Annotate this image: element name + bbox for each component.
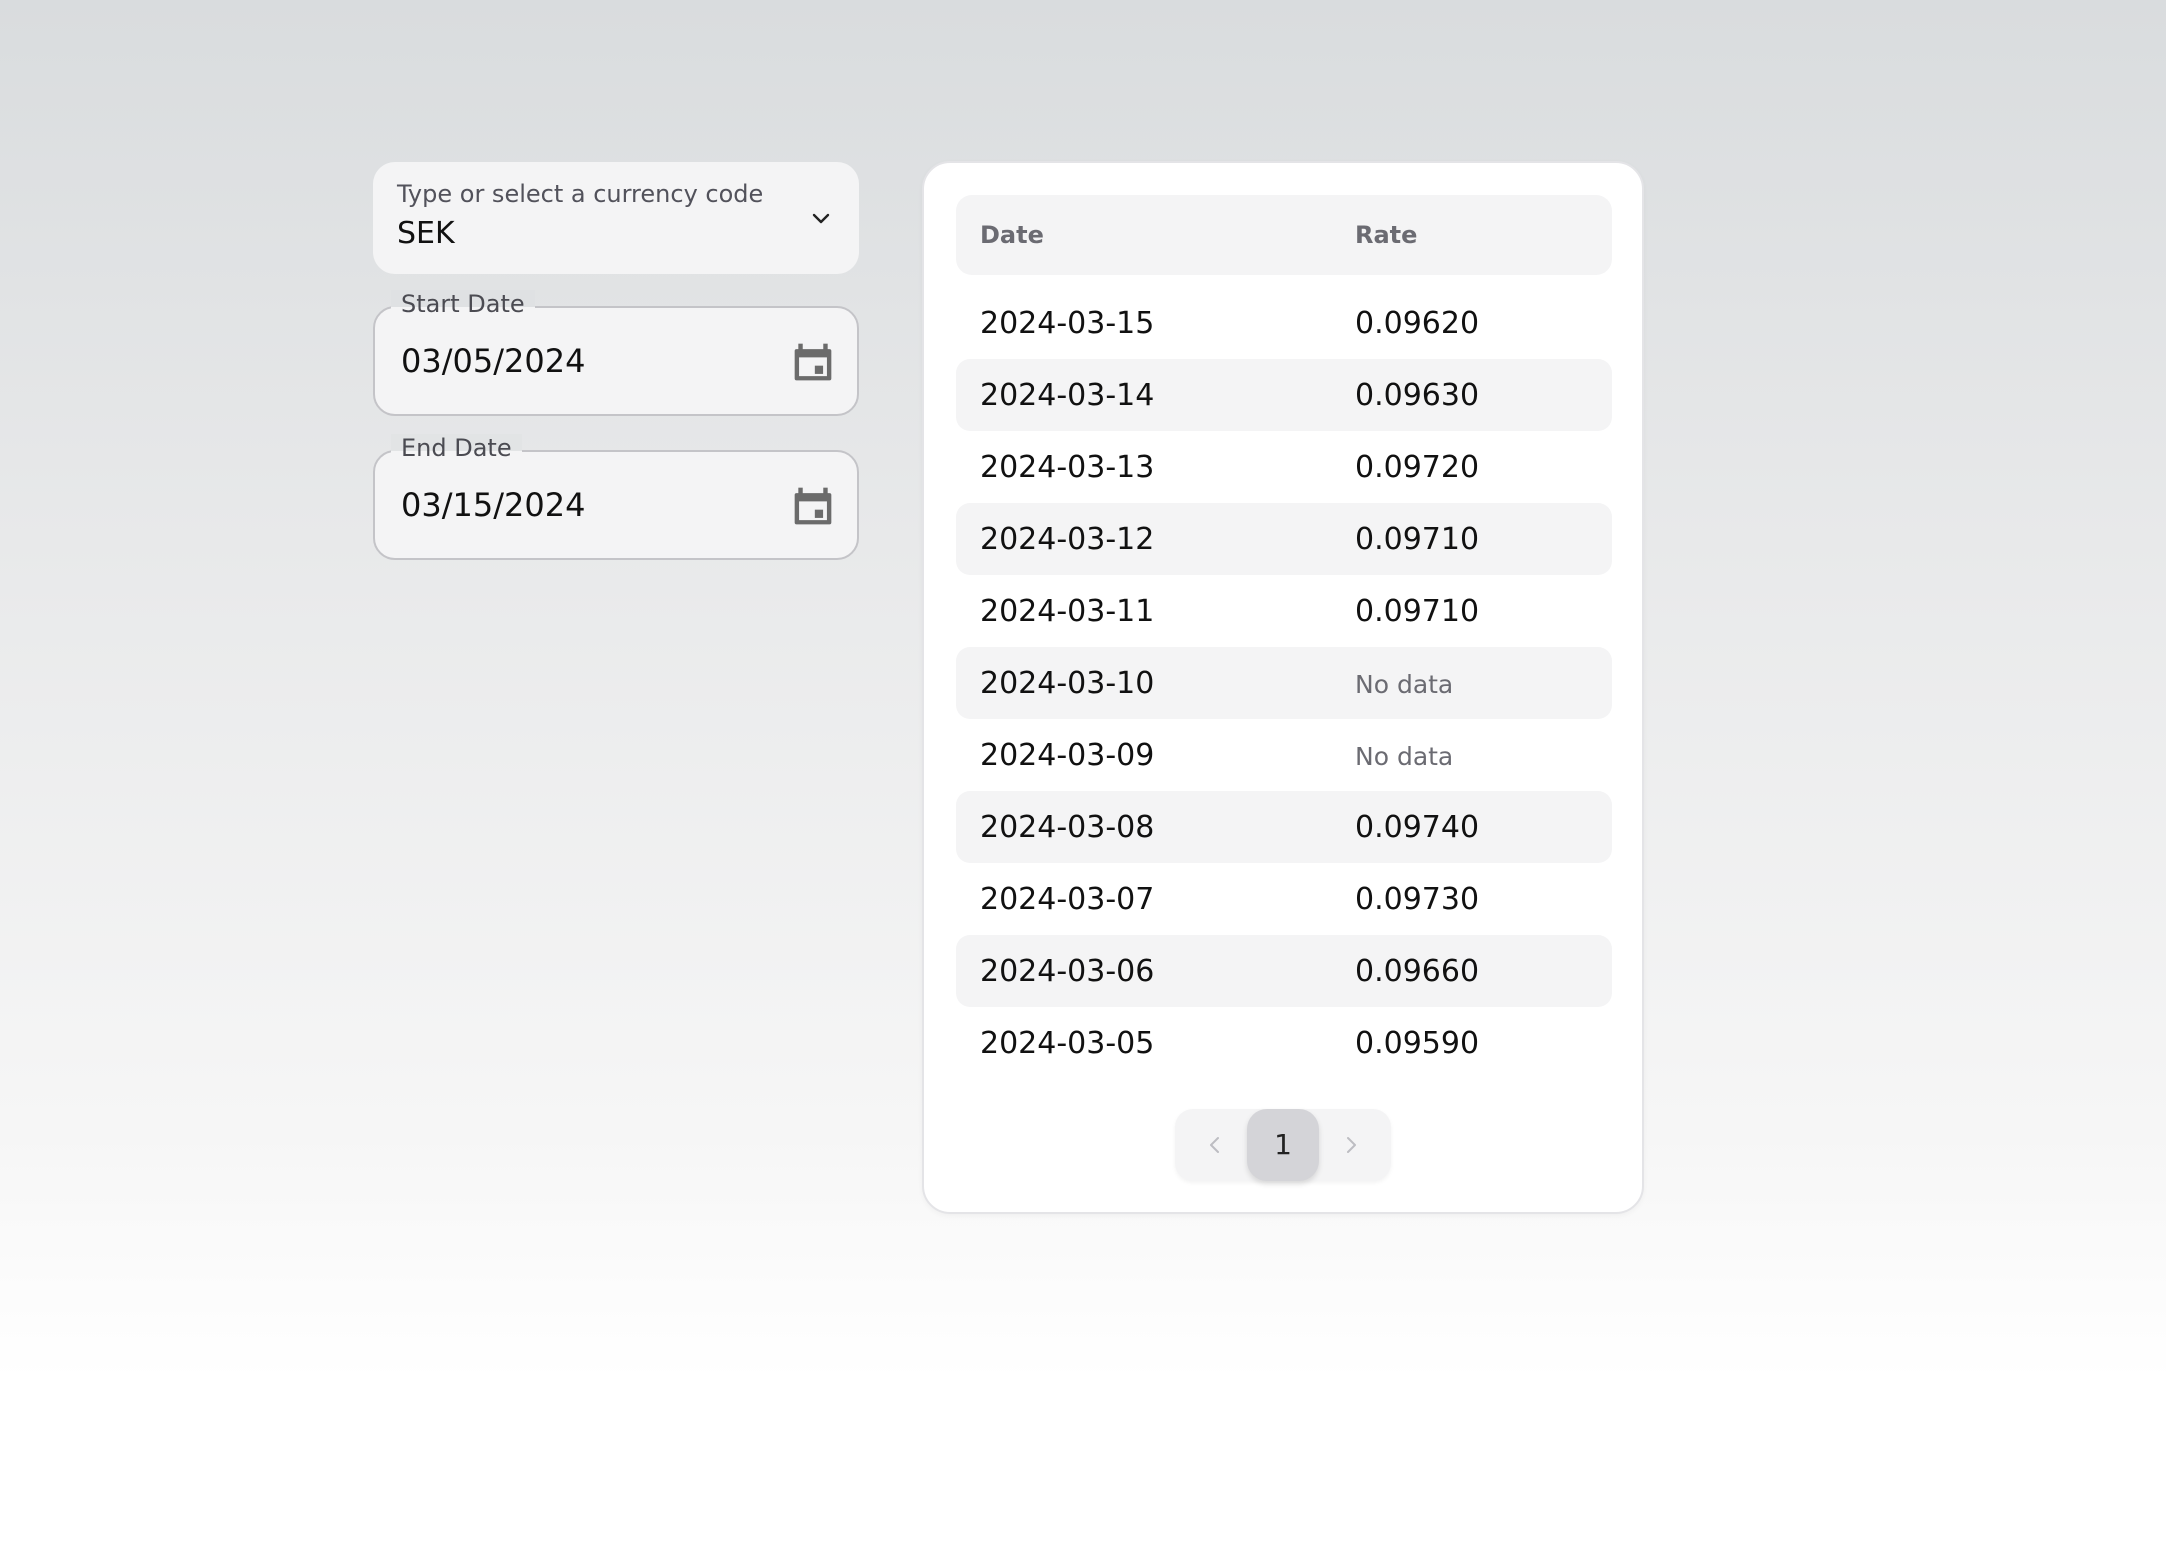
row-rate: 0.09730 bbox=[1355, 882, 1480, 917]
end-date-field[interactable]: End Date 03/15/2024 bbox=[373, 434, 859, 560]
table-row[interactable]: 2024-03-09 No data bbox=[956, 719, 1612, 791]
row-rate-no-data: No data bbox=[1355, 670, 1454, 699]
table-row[interactable]: 2024-03-13 0.09720 bbox=[956, 431, 1612, 503]
column-header-rate[interactable]: Rate bbox=[1355, 221, 1417, 249]
pagination: 1 bbox=[1175, 1109, 1391, 1181]
start-date-field[interactable]: Start Date 03/05/2024 bbox=[373, 290, 859, 416]
currency-select-value[interactable]: SEK bbox=[397, 216, 455, 251]
chevron-left-icon[interactable] bbox=[1203, 1133, 1227, 1157]
table-row[interactable]: 2024-03-15 0.09620 bbox=[956, 287, 1612, 359]
row-rate: 0.09660 bbox=[1355, 954, 1480, 989]
table-row[interactable]: 2024-03-12 0.09710 bbox=[956, 503, 1612, 575]
rates-table-card: Date Rate 2024-03-15 0.09620 2024-03-14 … bbox=[922, 161, 1644, 1214]
table-row[interactable]: 2024-03-10 No data bbox=[956, 647, 1612, 719]
row-rate: 0.09720 bbox=[1355, 450, 1480, 485]
row-date: 2024-03-06 bbox=[980, 954, 1155, 989]
page-button-current[interactable]: 1 bbox=[1247, 1109, 1319, 1181]
row-rate-no-data: No data bbox=[1355, 742, 1454, 771]
currency-select[interactable]: Type or select a currency code SEK bbox=[373, 162, 859, 274]
table-row[interactable]: 2024-03-08 0.09740 bbox=[956, 791, 1612, 863]
row-date: 2024-03-13 bbox=[980, 450, 1155, 485]
row-rate: 0.09740 bbox=[1355, 810, 1480, 845]
end-date-label: End Date bbox=[391, 434, 522, 462]
row-date: 2024-03-07 bbox=[980, 882, 1155, 917]
row-date: 2024-03-08 bbox=[980, 810, 1155, 845]
table-row[interactable]: 2024-03-06 0.09660 bbox=[956, 935, 1612, 1007]
row-rate: 0.09620 bbox=[1355, 306, 1480, 341]
table-row[interactable]: 2024-03-05 0.09590 bbox=[956, 1007, 1612, 1079]
row-rate: 0.09590 bbox=[1355, 1026, 1480, 1061]
row-date: 2024-03-10 bbox=[980, 666, 1155, 701]
row-date: 2024-03-09 bbox=[980, 738, 1155, 773]
calendar-icon[interactable] bbox=[791, 484, 835, 528]
table-row[interactable]: 2024-03-07 0.09730 bbox=[956, 863, 1612, 935]
row-date: 2024-03-05 bbox=[980, 1026, 1155, 1061]
row-date: 2024-03-12 bbox=[980, 522, 1155, 557]
calendar-icon[interactable] bbox=[791, 340, 835, 384]
row-date: 2024-03-11 bbox=[980, 594, 1155, 629]
column-header-date[interactable]: Date bbox=[980, 221, 1044, 249]
row-date: 2024-03-14 bbox=[980, 378, 1155, 413]
end-date-value[interactable]: 03/15/2024 bbox=[401, 486, 585, 524]
chevron-right-icon[interactable] bbox=[1339, 1133, 1363, 1157]
row-date: 2024-03-15 bbox=[980, 306, 1155, 341]
row-rate: 0.09710 bbox=[1355, 594, 1480, 629]
row-rate: 0.09630 bbox=[1355, 378, 1480, 413]
start-date-value[interactable]: 03/05/2024 bbox=[401, 342, 585, 380]
start-date-label: Start Date bbox=[391, 290, 535, 318]
table-header: Date Rate bbox=[956, 195, 1612, 275]
chevron-down-icon[interactable] bbox=[809, 206, 833, 230]
table-row[interactable]: 2024-03-14 0.09630 bbox=[956, 359, 1612, 431]
currency-select-label: Type or select a currency code bbox=[397, 180, 764, 208]
row-rate: 0.09710 bbox=[1355, 522, 1480, 557]
table-row[interactable]: 2024-03-11 0.09710 bbox=[956, 575, 1612, 647]
